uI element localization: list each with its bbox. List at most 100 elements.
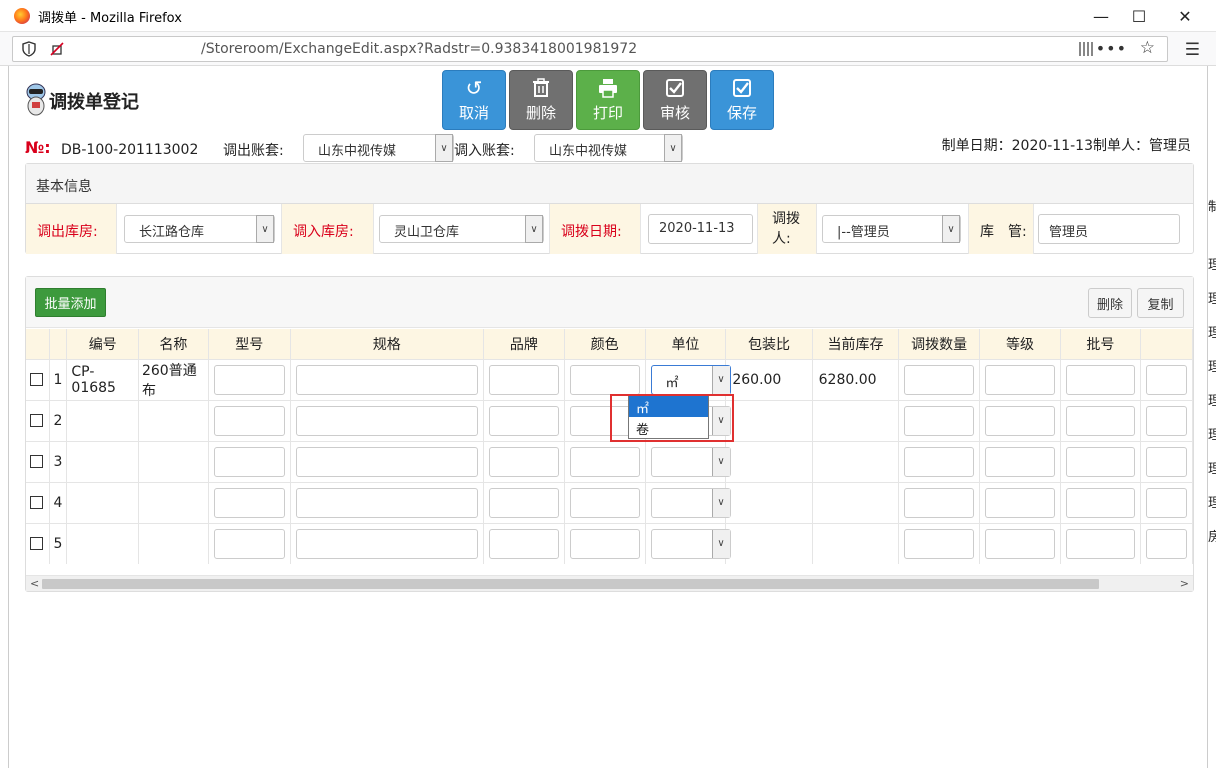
person-label: 调拨人:	[758, 204, 817, 254]
unit-select[interactable]: ∨	[650, 528, 731, 559]
row-pack-ratio	[725, 481, 813, 523]
more-actions-icon[interactable]: •••	[1096, 39, 1127, 58]
spec-input[interactable]	[295, 528, 478, 559]
color-input[interactable]	[569, 528, 640, 559]
audit-button[interactable]: 审核	[643, 70, 707, 130]
spec-input[interactable]	[295, 446, 478, 477]
grade-input[interactable]	[985, 446, 1055, 477]
overflow-cell	[1140, 522, 1194, 564]
qr-code-icon[interactable]	[1079, 42, 1093, 56]
delete-button[interactable]: 删除	[509, 70, 573, 130]
date-cell: 2020-11-13	[641, 204, 758, 254]
row-checkbox[interactable]	[30, 455, 43, 468]
grade-input[interactable]	[985, 364, 1055, 395]
batch-cell	[1060, 481, 1141, 523]
spec-input[interactable]	[295, 364, 478, 395]
header-color: 颜色	[564, 329, 646, 359]
header-overflow	[1140, 329, 1194, 359]
quantity-input[interactable]	[904, 487, 975, 518]
quantity-cell	[898, 481, 981, 523]
overflow-input[interactable]	[1145, 487, 1187, 518]
batch-input[interactable]	[1065, 364, 1135, 395]
model-input[interactable]	[213, 487, 285, 518]
model-input[interactable]	[213, 364, 285, 395]
unit-select[interactable]: ∨	[650, 487, 731, 518]
save-button-label: 保存	[726, 103, 757, 122]
grade-input[interactable]	[985, 487, 1055, 518]
brand-input[interactable]	[488, 528, 559, 559]
grade-input[interactable]	[985, 405, 1055, 436]
horizontal-scrollbar[interactable]: < >	[26, 575, 1193, 591]
brand-cell	[483, 522, 565, 564]
model-input[interactable]	[213, 446, 285, 477]
brand-input[interactable]	[488, 405, 559, 436]
print-button[interactable]: 打印	[576, 70, 640, 130]
bookmark-star-icon[interactable]: ☆	[1140, 38, 1155, 58]
unit-select[interactable]: ㎡ ∨	[650, 364, 731, 395]
batch-cell	[1060, 399, 1141, 441]
color-input[interactable]	[569, 446, 640, 477]
color-input[interactable]	[569, 487, 640, 518]
row-checkbox[interactable]	[30, 537, 43, 551]
row-pack-ratio: 260.00	[725, 358, 813, 400]
save-button[interactable]: 保存	[710, 70, 774, 130]
quantity-input[interactable]	[904, 405, 975, 436]
date-input[interactable]: 2020-11-13	[648, 214, 753, 244]
batch-input[interactable]	[1065, 405, 1135, 436]
maximize-button[interactable]: ☐	[1116, 0, 1162, 32]
row-checkbox[interactable]	[30, 414, 43, 427]
person-select[interactable]: |--管理员 ∨	[822, 215, 961, 243]
shield-icon[interactable]	[21, 41, 37, 57]
scrollbar-thumb[interactable]	[42, 579, 1099, 589]
in-account-select[interactable]: 山东中视传媒 ∨	[534, 134, 683, 162]
keeper-input[interactable]: 管理员	[1038, 214, 1180, 244]
cancel-button[interactable]: ↺ 取消	[442, 70, 506, 130]
batch-input[interactable]	[1065, 446, 1135, 477]
in-store-select[interactable]: 灵山卫仓库 ∨	[379, 215, 544, 243]
model-cell	[208, 522, 291, 564]
row-checkbox[interactable]	[30, 373, 43, 386]
batch-input[interactable]	[1065, 528, 1135, 559]
unit-select[interactable]: ∨	[650, 446, 731, 477]
overflow-input[interactable]	[1145, 405, 1187, 436]
out-store-select[interactable]: 长江路仓库 ∨	[124, 215, 275, 243]
person-value: |--管理员	[837, 225, 890, 240]
scroll-right-icon[interactable]: >	[1180, 577, 1189, 590]
row-checkbox[interactable]	[30, 496, 43, 509]
quantity-input[interactable]	[904, 446, 975, 477]
row-name: 260普通布	[138, 358, 209, 400]
header-pack-ratio: 包装比	[725, 329, 813, 359]
menu-icon[interactable]: ☰	[1185, 40, 1200, 60]
overflow-input[interactable]	[1145, 528, 1187, 559]
scroll-left-icon[interactable]: <	[30, 577, 39, 590]
quantity-input[interactable]	[904, 528, 975, 559]
page-title: 调拨单登记	[49, 92, 139, 113]
delete-button-label: 删除	[525, 103, 556, 122]
spec-cell	[290, 481, 484, 523]
batch-cell	[1060, 522, 1141, 564]
batch-add-button[interactable]: 批量添加	[35, 288, 106, 317]
quantity-input[interactable]	[904, 364, 975, 395]
grid-copy-button[interactable]: 复制	[1137, 288, 1184, 318]
out-account-label: 调出账套:	[223, 143, 284, 159]
model-input[interactable]	[213, 528, 285, 559]
brand-input[interactable]	[488, 364, 559, 395]
model-input[interactable]	[213, 405, 285, 436]
batch-input[interactable]	[1065, 487, 1135, 518]
url-bar[interactable]: /Storeroom/ExchangeEdit.aspx?Radstr=0.93…	[12, 36, 1168, 62]
close-button[interactable]: ✕	[1162, 0, 1208, 32]
blocked-permission-icon[interactable]	[49, 41, 65, 57]
brand-input[interactable]	[488, 487, 559, 518]
grade-input[interactable]	[985, 528, 1055, 559]
out-account-select[interactable]: 山东中视传媒 ∨	[303, 134, 454, 162]
grid-delete-button[interactable]: 删除	[1088, 288, 1132, 318]
overflow-input[interactable]	[1145, 364, 1187, 395]
color-input[interactable]	[569, 364, 640, 395]
spec-input[interactable]	[295, 487, 478, 518]
brand-cell	[483, 481, 565, 523]
spec-input[interactable]	[295, 405, 478, 436]
brand-input[interactable]	[488, 446, 559, 477]
chevron-down-icon: ∨	[664, 134, 682, 162]
row-index: 5	[49, 522, 68, 564]
overflow-input[interactable]	[1145, 446, 1187, 477]
